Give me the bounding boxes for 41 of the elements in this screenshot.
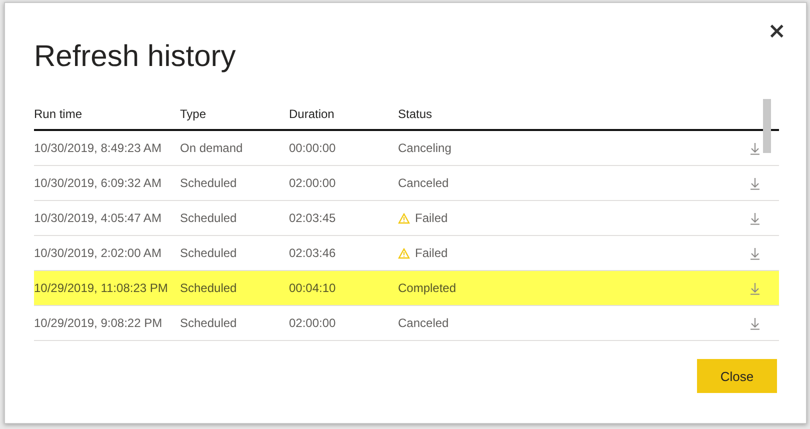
table-cell-text: 10/30/2019, 6:09:32 AM (34, 176, 162, 190)
table-row[interactable]: 10/29/2019, 11:08:23 PM Scheduled 00:04:10 Completed (34, 271, 779, 306)
table-row[interactable]: 10/30/2019, 6:09:32 AM Scheduled 02:00:00 Canceled (34, 166, 779, 201)
close-button[interactable]: Close (697, 359, 777, 393)
status-text: Canceled (398, 316, 449, 330)
table-cell-text: Scheduled (180, 176, 238, 190)
column-header: Type (180, 107, 208, 121)
dialog-title: Refresh history (34, 39, 237, 75)
status-text: Failed (415, 246, 448, 260)
table-cell-text: Scheduled (180, 211, 238, 225)
download-icon[interactable] (749, 176, 761, 190)
table-cell-text: 00:00:00 (289, 141, 337, 155)
table-cell-text: 02:00:00 (289, 316, 337, 330)
table-cell-text: 10/29/2019, 11:08:23 PM (34, 281, 169, 295)
status-text: Completed (398, 281, 456, 295)
table-cell-text: 00:04:10 (289, 281, 337, 295)
download-icon[interactable] (749, 282, 761, 294)
table-cell-text: 02:03:46 (289, 246, 337, 260)
column-header: Run time (34, 107, 84, 121)
table-cell-text: Scheduled (180, 246, 238, 260)
scrollbar-thumb[interactable] (763, 99, 771, 153)
table-cell-text: 02:00:00 (289, 176, 337, 190)
download-icon[interactable] (749, 142, 761, 154)
download-icon[interactable] (749, 212, 761, 224)
table-cell-text: 02:03:45 (289, 211, 337, 225)
download-icon[interactable] (749, 316, 761, 330)
column-header: Status (398, 107, 434, 121)
table-cell-text: On demand (180, 141, 244, 155)
status-text: Failed (415, 211, 448, 225)
table-cell-text: Scheduled (180, 316, 238, 330)
table-row[interactable]: 10/29/2019, 9:08:22 PM Scheduled 02:00:00 Canceled (34, 306, 779, 341)
column-header: Duration (289, 107, 336, 121)
download-icon[interactable] (749, 246, 761, 260)
table-cell-text: 10/30/2019, 4:05:47 AM (34, 211, 162, 225)
table-row[interactable]: 10/30/2019, 4:05:47 AM Scheduled 02:03:45 Failed (34, 201, 779, 236)
table-cell-text: Scheduled (180, 281, 238, 295)
table-cell-text: 10/30/2019, 2:02:00 AM (34, 246, 162, 260)
status-text: Canceling (398, 141, 452, 155)
table-cell-text: 10/29/2019, 9:08:22 PM (34, 316, 164, 330)
table-cell-text: 10/30/2019, 8:49:23 AM (34, 141, 162, 155)
status-text: Canceled (398, 176, 449, 190)
